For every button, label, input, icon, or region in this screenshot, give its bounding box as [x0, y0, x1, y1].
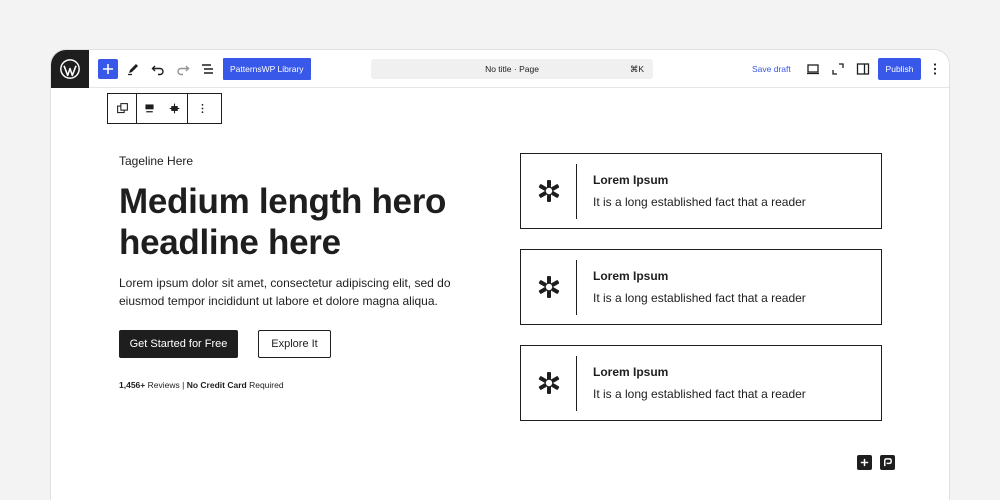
alignment-group: [137, 94, 188, 123]
card-text: It is a long established fact that a rea…: [593, 291, 806, 305]
reviews-count: 1,456+: [119, 380, 146, 390]
editor-top-toolbar: PatternsWP Library No title · Page ⌘K Sa…: [51, 50, 949, 88]
document-bar[interactable]: No title · Page ⌘K: [371, 59, 653, 79]
publish-button[interactable]: Publish: [878, 58, 921, 80]
feature-card[interactable]: Lorem Ipsum It is a long established fac…: [520, 345, 882, 421]
bottom-block-actions: [857, 455, 895, 470]
feature-card[interactable]: Lorem Ipsum It is a long established fac…: [520, 249, 882, 325]
fullscreen-icon[interactable]: [828, 59, 848, 79]
reviews-separator: |: [182, 380, 185, 390]
save-draft-button[interactable]: Save draft: [752, 59, 791, 79]
reviews-note[interactable]: 1,456+ Reviews | No Credit Card Required: [119, 380, 284, 390]
hero-headline[interactable]: Medium length hero headline here: [119, 181, 499, 263]
asterisk-icon: [535, 368, 563, 398]
get-started-button[interactable]: Get Started for Free: [119, 330, 238, 358]
card-divider: [576, 164, 577, 219]
feature-card[interactable]: Lorem Ipsum It is a long established fac…: [520, 153, 882, 229]
asterisk-icon: [535, 272, 563, 302]
document-overview-icon[interactable]: [198, 59, 218, 79]
undo-icon[interactable]: [148, 59, 168, 79]
desktop-preview-icon[interactable]: [803, 59, 823, 79]
add-block-button[interactable]: [98, 59, 118, 79]
block-options-icon[interactable]: [188, 94, 216, 123]
asterisk-icon: [535, 176, 563, 206]
command-shortcut: ⌘K: [629, 64, 644, 74]
pencil-icon[interactable]: [123, 59, 143, 79]
required-word: Required: [249, 380, 284, 390]
block-toolbar: [107, 93, 222, 124]
card-title: Lorem Ipsum: [593, 269, 669, 283]
card-text: It is a long established fact that a rea…: [593, 387, 806, 401]
add-block-plus-icon[interactable]: [857, 455, 872, 470]
card-divider: [576, 356, 577, 411]
explore-button[interactable]: Explore It: [258, 330, 331, 358]
block-type-group: [108, 94, 137, 123]
options-group: [188, 94, 216, 123]
editor-frame: PatternsWP Library No title · Page ⌘K Sa…: [50, 49, 950, 500]
settings-sidebar-icon[interactable]: [853, 59, 873, 79]
card-title: Lorem Ipsum: [593, 365, 669, 379]
align-top-icon[interactable]: [137, 94, 162, 123]
patterns-plugin-icon[interactable]: [880, 455, 895, 470]
redo-icon[interactable]: [173, 59, 193, 79]
document-title: No title · Page: [485, 64, 539, 74]
reviews-word: Reviews: [147, 380, 180, 390]
patterns-library-button[interactable]: PatternsWP Library: [223, 58, 311, 80]
wordpress-logo-icon[interactable]: [51, 50, 89, 88]
justify-center-icon[interactable]: [162, 94, 187, 123]
hero-tagline[interactable]: Tageline Here: [119, 154, 193, 168]
more-options-icon[interactable]: [925, 59, 945, 79]
card-title: Lorem Ipsum: [593, 173, 669, 187]
card-divider: [576, 260, 577, 315]
card-text: It is a long established fact that a rea…: [593, 195, 806, 209]
hero-description[interactable]: Lorem ipsum dolor sit amet, consectetur …: [119, 275, 474, 310]
block-switcher-icon[interactable]: [108, 94, 136, 123]
no-credit-card: No Credit Card: [186, 380, 247, 390]
